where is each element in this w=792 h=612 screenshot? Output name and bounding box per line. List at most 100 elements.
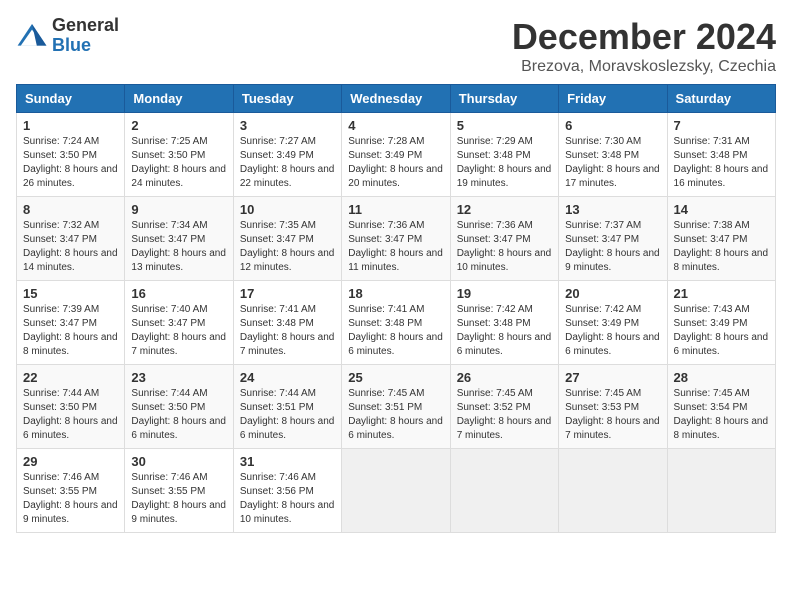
day-info: Sunrise: 7:29 AMSunset: 3:48 PMDaylight:… bbox=[457, 135, 552, 191]
calendar-day-cell: 8 Sunrise: 7:32 AMSunset: 3:47 PMDaylight… bbox=[17, 197, 125, 281]
day-number: 5 bbox=[457, 118, 552, 133]
logo: General Blue bbox=[16, 16, 119, 56]
day-info: Sunrise: 7:40 AMSunset: 3:47 PMDaylight:… bbox=[131, 303, 226, 359]
day-info: Sunrise: 7:31 AMSunset: 3:48 PMDaylight:… bbox=[674, 135, 769, 191]
day-number: 27 bbox=[565, 370, 660, 385]
calendar-day-cell: 13Sunrise: 7:37 AMSunset: 3:47 PMDayligh… bbox=[559, 197, 667, 281]
day-info: Sunrise: 7:27 AMSunset: 3:49 PMDaylight:… bbox=[240, 135, 335, 191]
calendar-day-cell bbox=[559, 449, 667, 533]
day-number: 30 bbox=[131, 454, 226, 469]
day-number: 23 bbox=[131, 370, 226, 385]
day-number: 31 bbox=[240, 454, 335, 469]
day-number: 21 bbox=[674, 286, 769, 301]
calendar-week-row: 8 Sunrise: 7:32 AMSunset: 3:47 PMDaylight… bbox=[17, 197, 776, 281]
logo-text: General Blue bbox=[52, 16, 119, 56]
calendar-day-cell: 7 Sunrise: 7:31 AMSunset: 3:48 PMDaylight… bbox=[667, 113, 775, 197]
calendar-day-cell bbox=[342, 449, 450, 533]
day-info: Sunrise: 7:35 AMSunset: 3:47 PMDaylight:… bbox=[240, 219, 335, 275]
calendar-day-cell: 26Sunrise: 7:45 AMSunset: 3:52 PMDayligh… bbox=[450, 365, 558, 449]
day-number: 15 bbox=[23, 286, 118, 301]
day-info: Sunrise: 7:30 AMSunset: 3:48 PMDaylight:… bbox=[565, 135, 660, 191]
day-info: Sunrise: 7:46 AMSunset: 3:56 PMDaylight:… bbox=[240, 471, 335, 527]
day-number: 14 bbox=[674, 202, 769, 217]
calendar-week-row: 22Sunrise: 7:44 AMSunset: 3:50 PMDayligh… bbox=[17, 365, 776, 449]
calendar-day-cell bbox=[450, 449, 558, 533]
calendar-day-cell: 3Sunrise: 7:27 AMSunset: 3:49 PMDaylight… bbox=[233, 113, 341, 197]
day-number: 25 bbox=[348, 370, 443, 385]
day-info: Sunrise: 7:44 AMSunset: 3:51 PMDaylight:… bbox=[240, 387, 335, 443]
day-number: 12 bbox=[457, 202, 552, 217]
logo-blue: Blue bbox=[52, 36, 119, 56]
logo-icon bbox=[16, 20, 48, 52]
day-number: 1 bbox=[23, 118, 118, 133]
calendar-day-cell: 15 Sunrise: 7:39 AMSunset: 3:47 PMDayligh… bbox=[17, 281, 125, 365]
logo-general: General bbox=[52, 16, 119, 36]
day-info: Sunrise: 7:41 AMSunset: 3:48 PMDaylight:… bbox=[240, 303, 335, 359]
day-number: 4 bbox=[348, 118, 443, 133]
calendar-day-cell: 17Sunrise: 7:41 AMSunset: 3:48 PMDayligh… bbox=[233, 281, 341, 365]
day-info: Sunrise: 7:41 AMSunset: 3:48 PMDaylight:… bbox=[348, 303, 443, 359]
day-number: 26 bbox=[457, 370, 552, 385]
calendar-day-cell: 16 Sunrise: 7:40 AMSunset: 3:47 PMDayligh… bbox=[125, 281, 233, 365]
day-info: Sunrise: 7:45 AMSunset: 3:53 PMDaylight:… bbox=[565, 387, 660, 443]
day-number: 7 bbox=[674, 118, 769, 133]
calendar-header-row: SundayMondayTuesdayWednesdayThursdayFrid… bbox=[17, 85, 776, 113]
calendar-day-cell: 31 Sunrise: 7:46 AMSunset: 3:56 PMDayligh… bbox=[233, 449, 341, 533]
calendar-day-cell: 6 Sunrise: 7:30 AMSunset: 3:48 PMDaylight… bbox=[559, 113, 667, 197]
calendar-day-cell: 27 Sunrise: 7:45 AMSunset: 3:53 PMDayligh… bbox=[559, 365, 667, 449]
calendar-day-cell: 1Sunrise: 7:24 AMSunset: 3:50 PMDaylight… bbox=[17, 113, 125, 197]
calendar-day-cell: 5 Sunrise: 7:29 AMSunset: 3:48 PMDaylight… bbox=[450, 113, 558, 197]
day-number: 6 bbox=[565, 118, 660, 133]
calendar-day-cell: 30 Sunrise: 7:46 AMSunset: 3:55 PMDayligh… bbox=[125, 449, 233, 533]
day-info: Sunrise: 7:36 AMSunset: 3:47 PMDaylight:… bbox=[457, 219, 552, 275]
day-info: Sunrise: 7:45 AMSunset: 3:54 PMDaylight:… bbox=[674, 387, 769, 443]
calendar-week-row: 15 Sunrise: 7:39 AMSunset: 3:47 PMDayligh… bbox=[17, 281, 776, 365]
calendar-day-cell: 25 Sunrise: 7:45 AMSunset: 3:51 PMDayligh… bbox=[342, 365, 450, 449]
day-number: 11 bbox=[348, 202, 443, 217]
calendar-day-cell: 21 Sunrise: 7:43 AMSunset: 3:49 PMDayligh… bbox=[667, 281, 775, 365]
calendar-body: 1Sunrise: 7:24 AMSunset: 3:50 PMDaylight… bbox=[17, 113, 776, 533]
day-info: Sunrise: 7:38 AMSunset: 3:47 PMDaylight:… bbox=[674, 219, 769, 275]
calendar-day-header: Friday bbox=[559, 85, 667, 113]
day-number: 9 bbox=[131, 202, 226, 217]
day-info: Sunrise: 7:28 AMSunset: 3:49 PMDaylight:… bbox=[348, 135, 443, 191]
calendar-day-cell: 14 Sunrise: 7:38 AMSunset: 3:47 PMDayligh… bbox=[667, 197, 775, 281]
calendar-week-row: 29 Sunrise: 7:46 AMSunset: 3:55 PMDayligh… bbox=[17, 449, 776, 533]
calendar-table: SundayMondayTuesdayWednesdayThursdayFrid… bbox=[16, 84, 776, 533]
day-number: 18 bbox=[348, 286, 443, 301]
day-info: Sunrise: 7:46 AMSunset: 3:55 PMDaylight:… bbox=[23, 471, 118, 527]
day-info: Sunrise: 7:45 AMSunset: 3:51 PMDaylight:… bbox=[348, 387, 443, 443]
day-info: Sunrise: 7:39 AMSunset: 3:47 PMDaylight:… bbox=[23, 303, 118, 359]
calendar-day-header: Sunday bbox=[17, 85, 125, 113]
day-number: 19 bbox=[457, 286, 552, 301]
day-info: Sunrise: 7:42 AMSunset: 3:49 PMDaylight:… bbox=[565, 303, 660, 359]
calendar-day-cell: 22Sunrise: 7:44 AMSunset: 3:50 PMDayligh… bbox=[17, 365, 125, 449]
calendar-day-cell: 20 Sunrise: 7:42 AMSunset: 3:49 PMDayligh… bbox=[559, 281, 667, 365]
calendar-day-cell: 23Sunrise: 7:44 AMSunset: 3:50 PMDayligh… bbox=[125, 365, 233, 449]
day-number: 28 bbox=[674, 370, 769, 385]
month-title: December 2024 bbox=[512, 16, 776, 58]
day-number: 24 bbox=[240, 370, 335, 385]
day-info: Sunrise: 7:44 AMSunset: 3:50 PMDaylight:… bbox=[23, 387, 118, 443]
location: Brezova, Moravskoslezsky, Czechia bbox=[512, 58, 776, 76]
day-info: Sunrise: 7:32 AMSunset: 3:47 PMDaylight:… bbox=[23, 219, 118, 275]
day-info: Sunrise: 7:43 AMSunset: 3:49 PMDaylight:… bbox=[674, 303, 769, 359]
calendar-day-cell: 11 Sunrise: 7:36 AMSunset: 3:47 PMDayligh… bbox=[342, 197, 450, 281]
calendar-day-cell: 29 Sunrise: 7:46 AMSunset: 3:55 PMDayligh… bbox=[17, 449, 125, 533]
day-info: Sunrise: 7:46 AMSunset: 3:55 PMDaylight:… bbox=[131, 471, 226, 527]
calendar-day-cell: 12 Sunrise: 7:36 AMSunset: 3:47 PMDayligh… bbox=[450, 197, 558, 281]
day-info: Sunrise: 7:36 AMSunset: 3:47 PMDaylight:… bbox=[348, 219, 443, 275]
calendar-day-header: Thursday bbox=[450, 85, 558, 113]
day-info: Sunrise: 7:37 AMSunset: 3:47 PMDaylight:… bbox=[565, 219, 660, 275]
day-info: Sunrise: 7:25 AMSunset: 3:50 PMDaylight:… bbox=[131, 135, 226, 191]
calendar-day-header: Monday bbox=[125, 85, 233, 113]
calendar-day-cell: 9Sunrise: 7:34 AMSunset: 3:47 PMDaylight… bbox=[125, 197, 233, 281]
day-number: 16 bbox=[131, 286, 226, 301]
calendar-day-header: Tuesday bbox=[233, 85, 341, 113]
day-number: 20 bbox=[565, 286, 660, 301]
title-section: December 2024 Brezova, Moravskoslezsky, … bbox=[512, 16, 776, 76]
calendar-day-cell: 28 Sunrise: 7:45 AMSunset: 3:54 PMDayligh… bbox=[667, 365, 775, 449]
calendar-day-cell: 24 Sunrise: 7:44 AMSunset: 3:51 PMDayligh… bbox=[233, 365, 341, 449]
day-number: 29 bbox=[23, 454, 118, 469]
day-number: 8 bbox=[23, 202, 118, 217]
